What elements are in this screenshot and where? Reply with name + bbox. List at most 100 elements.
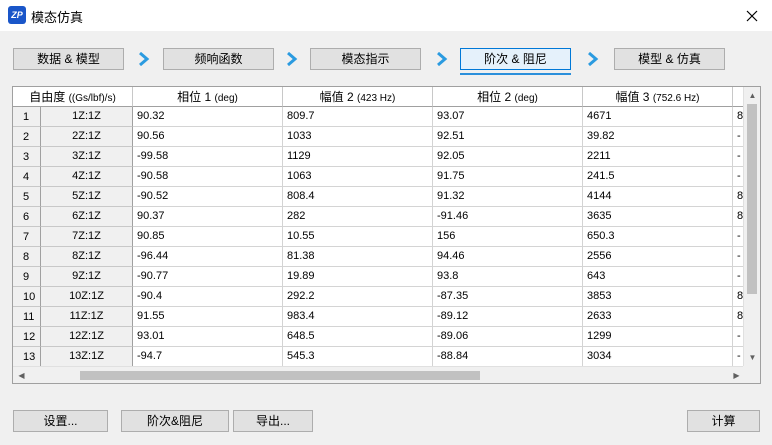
dof-cell[interactable]: 13Z:1Z [41,347,133,367]
dof-cell[interactable]: 9Z:1Z [41,267,133,287]
magnitude-2-cell[interactable]: 282 [283,207,433,227]
magnitude-3-cell[interactable]: 3635 [583,207,733,227]
step-frf-button[interactable]: 频响函数 [163,48,274,70]
scroll-up-icon[interactable]: ▲ [744,87,760,104]
scroll-left-icon[interactable]: ◀ [13,367,30,383]
magnitude-3-cell[interactable]: 241.5 [583,167,733,187]
phase-1-cell[interactable]: -90.52 [133,187,283,207]
phase-2-cell[interactable]: -88.84 [433,347,583,367]
magnitude-3-cell[interactable]: 4671 [583,107,733,127]
header-magnitude-3[interactable]: 幅值 3 (752.6 Hz) [583,87,733,107]
table-row[interactable]: 1 1Z:1Z 90.32 809.7 93.07 4671 8 [13,107,760,127]
row-number[interactable]: 5 [13,187,41,207]
table-row[interactable]: 9 9Z:1Z -90.77 19.89 93.8 643- [13,267,760,287]
order-damping-button[interactable]: 阶次&阻尼 [121,410,229,432]
phase-2-cell[interactable]: 92.05 [433,147,583,167]
table-row[interactable]: 6 6Z:1Z 90.37 282 -91.46 3635 8 [13,207,760,227]
settings-button[interactable]: 设置... [13,410,108,432]
magnitude-2-cell[interactable]: 292.2 [283,287,433,307]
magnitude-2-cell[interactable]: 19.89 [283,267,433,287]
horizontal-scroll-thumb[interactable] [80,371,480,380]
dof-cell[interactable]: 4Z:1Z [41,167,133,187]
magnitude-3-cell[interactable]: 1299 [583,327,733,347]
close-button[interactable] [732,0,772,31]
step-mode-indicator-button[interactable]: 模态指示 [310,48,421,70]
phase-2-cell[interactable]: -89.06 [433,327,583,347]
export-button[interactable]: 导出... [233,410,313,432]
magnitude-2-cell[interactable]: 983.4 [283,307,433,327]
step-data-model-button[interactable]: 数据 & 模型 [13,48,124,70]
dof-cell[interactable]: 5Z:1Z [41,187,133,207]
magnitude-2-cell[interactable]: 809.7 [283,107,433,127]
phase-2-cell[interactable]: 91.75 [433,167,583,187]
table-row[interactable]: 12 12Z:1Z 93.01 648.5 -89.06 1299- [13,327,760,347]
magnitude-2-cell[interactable]: 648.5 [283,327,433,347]
phase-1-cell[interactable]: 90.56 [133,127,283,147]
row-number[interactable]: 3 [13,147,41,167]
table-row[interactable]: 11 11Z:1Z 91.55 983.4 -89.12 2633 8 [13,307,760,327]
magnitude-2-cell[interactable]: 545.3 [283,347,433,367]
header-phase-2[interactable]: 相位 2 (deg) [433,87,583,107]
phase-1-cell[interactable]: -90.58 [133,167,283,187]
magnitude-3-cell[interactable]: 650.3 [583,227,733,247]
phase-2-cell[interactable]: -89.12 [433,307,583,327]
magnitude-3-cell[interactable]: 3853 [583,287,733,307]
dof-cell[interactable]: 8Z:1Z [41,247,133,267]
table-row[interactable]: 10 10Z:1Z -90.4 292.2 -87.35 3853 8 [13,287,760,307]
dof-cell[interactable]: 3Z:1Z [41,147,133,167]
phase-2-cell[interactable]: -91.46 [433,207,583,227]
row-number[interactable]: 6 [13,207,41,227]
header-magnitude-2[interactable]: 幅值 2 (423 Hz) [283,87,433,107]
dof-cell[interactable]: 1Z:1Z [41,107,133,127]
row-number[interactable]: 4 [13,167,41,187]
table-row[interactable]: 8 8Z:1Z -96.44 81.38 94.46 2556- [13,247,760,267]
row-number[interactable]: 7 [13,227,41,247]
table-row[interactable]: 4 4Z:1Z -90.58 1063 91.75 241.5- [13,167,760,187]
row-number[interactable]: 13 [13,347,41,367]
dof-cell[interactable]: 2Z:1Z [41,127,133,147]
magnitude-2-cell[interactable]: 81.38 [283,247,433,267]
table-row[interactable]: 5 5Z:1Z -90.52 808.4 91.32 4144 8 [13,187,760,207]
magnitude-3-cell[interactable]: 4144 [583,187,733,207]
magnitude-3-cell[interactable]: 643 [583,267,733,287]
row-number[interactable]: 1 [13,107,41,127]
phase-1-cell[interactable]: -99.58 [133,147,283,167]
phase-2-cell[interactable]: 92.51 [433,127,583,147]
step-model-simulation-button[interactable]: 模型 & 仿真 [614,48,725,70]
header-phase-1[interactable]: 相位 1 (deg) [133,87,283,107]
horizontal-scrollbar[interactable]: ◀ ▶ [13,366,745,383]
dof-cell[interactable]: 7Z:1Z [41,227,133,247]
phase-2-cell[interactable]: 93.07 [433,107,583,127]
step-order-damping-button[interactable]: 阶次 & 阻尼 [460,48,571,70]
phase-1-cell[interactable]: 93.01 [133,327,283,347]
row-number[interactable]: 2 [13,127,41,147]
header-dof[interactable]: 自由度 ((Gs/lbf)/s) [13,87,133,107]
phase-1-cell[interactable]: 90.37 [133,207,283,227]
dof-cell[interactable]: 6Z:1Z [41,207,133,227]
magnitude-3-cell[interactable]: 2633 [583,307,733,327]
magnitude-2-cell[interactable]: 808.4 [283,187,433,207]
phase-2-cell[interactable]: -87.35 [433,287,583,307]
vertical-scrollbar[interactable]: ▲ ▼ [743,87,760,366]
row-number[interactable]: 9 [13,267,41,287]
magnitude-2-cell[interactable]: 1033 [283,127,433,147]
phase-1-cell[interactable]: 90.32 [133,107,283,127]
row-number[interactable]: 10 [13,287,41,307]
magnitude-2-cell[interactable]: 10.55 [283,227,433,247]
table-row[interactable]: 7 7Z:1Z 90.85 10.55 156 650.3- [13,227,760,247]
magnitude-2-cell[interactable]: 1129 [283,147,433,167]
phase-2-cell[interactable]: 91.32 [433,187,583,207]
phase-1-cell[interactable]: -90.77 [133,267,283,287]
compute-button[interactable]: 计算 [687,410,760,432]
table-row[interactable]: 2 2Z:1Z 90.56 1033 92.51 39.82- [13,127,760,147]
phase-1-cell[interactable]: -94.7 [133,347,283,367]
phase-1-cell[interactable]: 91.55 [133,307,283,327]
vertical-scroll-thumb[interactable] [747,104,757,294]
table-row[interactable]: 3 3Z:1Z -99.58 1129 92.05 2211- [13,147,760,167]
magnitude-3-cell[interactable]: 2211 [583,147,733,167]
row-number[interactable]: 11 [13,307,41,327]
phase-2-cell[interactable]: 94.46 [433,247,583,267]
magnitude-2-cell[interactable]: 1063 [283,167,433,187]
phase-1-cell[interactable]: -90.4 [133,287,283,307]
phase-1-cell[interactable]: 90.85 [133,227,283,247]
